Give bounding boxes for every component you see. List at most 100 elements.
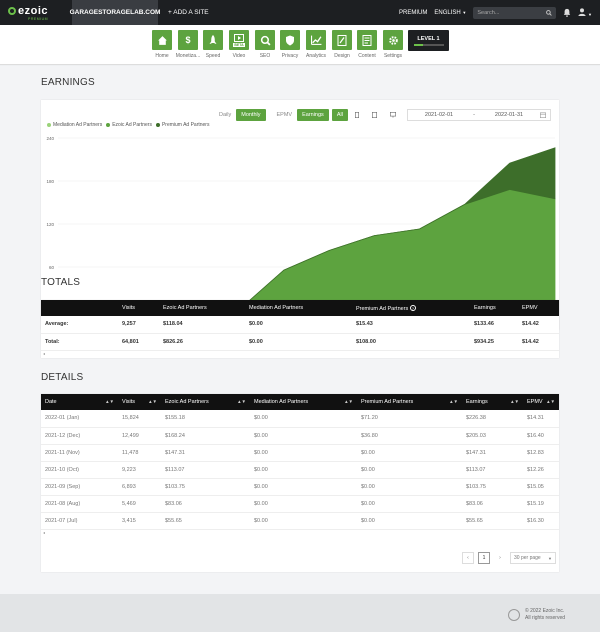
mobile-device-button[interactable] (348, 109, 366, 121)
table-row: 2021-10 (Oct) 9,223 $113.07 $0.00 $0.00 $113.… (41, 461, 559, 479)
chevron-down-icon: ▼ (588, 11, 592, 17)
tool-seo[interactable]: SEO (255, 30, 275, 59)
tool-settings[interactable]: Settings (383, 30, 403, 59)
ezoic-logo[interactable]: ezoic PREMIUM (0, 0, 72, 25)
legend-item-mediation[interactable]: Mediation Ad Partners (47, 122, 102, 128)
details-title: DETAILS (41, 372, 84, 383)
prev-page-button[interactable]: ‹ (462, 552, 474, 564)
dollar-icon: $ (178, 30, 198, 50)
area-series-ezoic-ad-partners[interactable] (58, 189, 556, 311)
table-cell: $108.00 (352, 333, 470, 351)
tool-monetization[interactable]: $ Monetiza... (175, 30, 201, 59)
sortable-column-date[interactable]: Date ▲▼ (41, 394, 118, 410)
legend-swatch (47, 123, 51, 127)
table-cell: $15.05 (523, 478, 559, 496)
rocket-icon (203, 30, 223, 50)
column-header: Mediation Ad Partners (245, 300, 352, 316)
table-cell: 64,801 (118, 333, 159, 351)
tool-analytics[interactable]: Analytics (306, 30, 326, 59)
sort-icon: ▲▼ (510, 399, 519, 404)
table-cell: $934.25 (470, 333, 518, 351)
tool-label: Monetiza... (175, 53, 201, 59)
column-header (41, 300, 118, 316)
table-cell: $103.75 (161, 478, 250, 496)
tool-label: Design (334, 53, 350, 59)
tool-privacy[interactable]: Privacy (280, 30, 300, 59)
legend-item-premium[interactable]: Premium Ad Partners (155, 122, 210, 128)
horizontal-scrollbar[interactable]: ◂ (41, 351, 559, 356)
page-number-button[interactable]: 1 (478, 552, 490, 564)
sortable-column-epmv[interactable]: EPMV ▲▼ (523, 394, 559, 410)
add-site-link[interactable]: + ADD A SITE (168, 9, 209, 16)
tool-video[interactable]: BETA Video (229, 30, 249, 59)
site-selector[interactable]: GARAGESTORAGELAB.COM (70, 0, 160, 25)
level-badge[interactable]: LEVEL 1 (408, 30, 449, 51)
per-page-select[interactable]: 30 per page ▼ (510, 552, 556, 564)
sortable-column-visits[interactable]: Visits ▲▼ (118, 394, 161, 410)
video-icon: BETA (229, 30, 249, 50)
sortable-column-premium[interactable]: Premium Ad Partners ▲▼ (357, 394, 462, 410)
desktop-device-button[interactable] (384, 109, 402, 121)
sort-icon: ▲▼ (344, 399, 353, 404)
help-icon[interactable]: ? (409, 304, 416, 311)
metric-earnings-button[interactable]: Earnings (297, 109, 329, 121)
table-cell: $55.65 (161, 512, 250, 530)
period-monthly-button[interactable]: Monthly (236, 109, 266, 121)
horizontal-scrollbar[interactable]: ◂ (41, 530, 559, 535)
period-daily-button[interactable]: Daily (214, 109, 236, 121)
bell-icon[interactable] (563, 8, 571, 17)
totals-table: Visits Ezoic Ad Partners Mediation Ad Pa… (41, 300, 559, 351)
design-icon (332, 30, 352, 50)
table-cell: 11,478 (118, 444, 161, 462)
y-tick-label: 240 (46, 136, 54, 141)
user-menu[interactable]: ▼ (578, 7, 592, 18)
metric-epmv-button[interactable]: EPMV (272, 109, 298, 121)
table-cell: $15.43 (352, 316, 470, 334)
column-header-label: Mediation Ad Partners (254, 399, 309, 405)
table-cell: 2021-12 (Dec) (41, 427, 118, 445)
table-cell: $118.04 (159, 316, 245, 334)
beta-badge: BETA (233, 42, 245, 47)
table-cell: $0.00 (250, 410, 357, 428)
sortable-column-earnings[interactable]: Earnings ▲▼ (462, 394, 523, 410)
table-cell: $0.00 (250, 478, 357, 496)
next-page-button[interactable]: › (494, 552, 506, 564)
language-label: ENGLISH (434, 9, 461, 16)
premium-link[interactable]: PREMIUM (399, 10, 427, 16)
legend-swatch (155, 123, 160, 127)
table-cell: Total: (41, 333, 118, 351)
table-cell: $36.80 (357, 427, 462, 445)
table-cell: $12.83 (523, 444, 559, 462)
metric-all-button[interactable]: All (331, 109, 348, 121)
sort-icon: ▲▼ (546, 399, 555, 404)
legend-item-ezoic[interactable]: Ezoic Ad Partners (106, 122, 152, 128)
table-cell: $16.30 (523, 512, 559, 530)
home-icon (152, 30, 172, 50)
date-range-picker[interactable]: 2021-02-01 - 2022-01-31 (407, 109, 551, 121)
tool-design[interactable]: Design (332, 30, 352, 59)
earnings-title: EARNINGS (41, 77, 95, 88)
table-cell: $826.26 (159, 333, 245, 351)
shield-icon (280, 30, 300, 50)
search-icon (546, 9, 553, 16)
y-tick-label: 120 (46, 222, 54, 227)
language-selector[interactable]: ENGLISH ▼ (434, 10, 466, 16)
sortable-column-mediation[interactable]: Mediation Ad Partners ▲▼ (250, 394, 357, 410)
tablet-device-button[interactable] (366, 109, 384, 121)
tool-home[interactable]: Home (152, 30, 172, 59)
ezoic-footer-logo-icon (508, 609, 520, 621)
table-cell: $168.24 (161, 427, 250, 445)
table-cell: $0.00 (357, 478, 462, 496)
legend-label: Mediation Ad Partners (53, 122, 103, 128)
footer: © 2022 Ezoic Inc. All rights reserved (0, 594, 600, 632)
column-header-label: Ezoic Ad Partners (165, 399, 209, 405)
tool-speed[interactable]: Speed (203, 30, 223, 59)
search-input[interactable]: Search... (473, 6, 557, 19)
y-tick-label: 60 (49, 265, 55, 270)
totals-title: TOTALS (41, 277, 81, 288)
table-cell: $0.00 (245, 333, 352, 351)
sortable-column-ezoic[interactable]: Ezoic Ad Partners ▲▼ (161, 394, 250, 410)
legend-label: Premium Ad Partners (161, 122, 210, 128)
table-cell: $226.38 (462, 410, 523, 428)
tool-content[interactable]: Content (357, 30, 377, 59)
